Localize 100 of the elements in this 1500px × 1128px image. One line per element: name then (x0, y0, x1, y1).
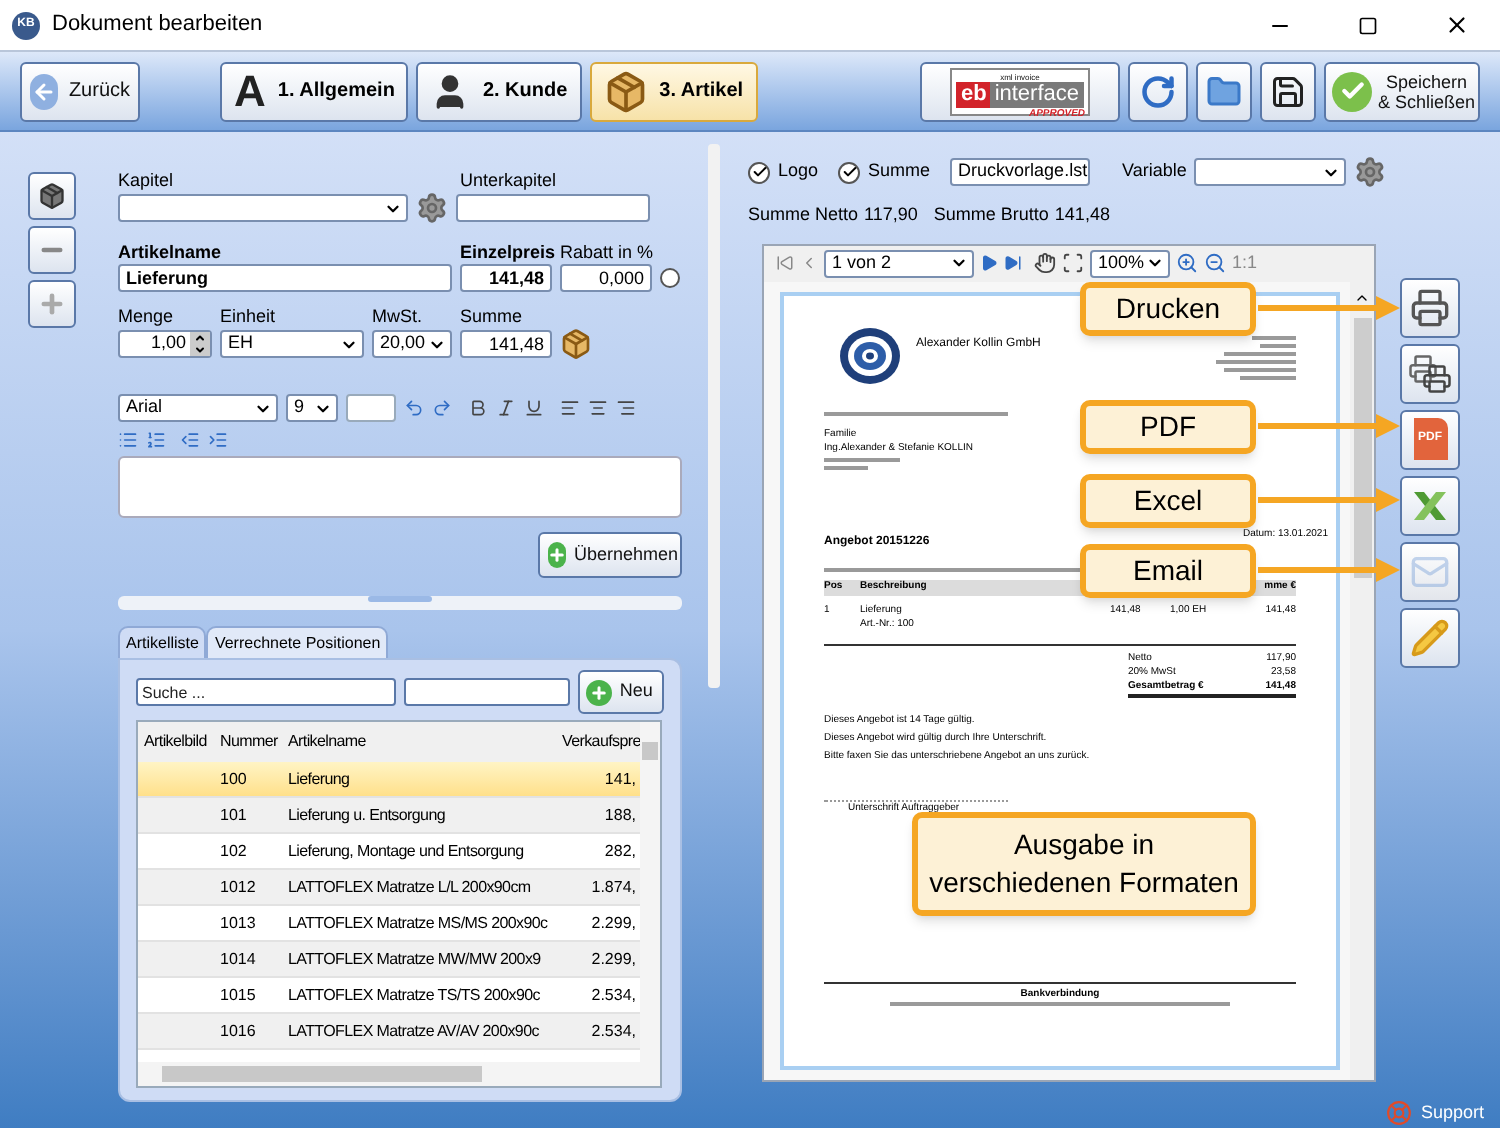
table-cell-text: Lieferung u. Entsorgung (286, 803, 447, 827)
folder-button[interactable] (1196, 61, 1252, 121)
menge-spinner[interactable]: 1,00 (118, 330, 212, 358)
vertical-scrollbar[interactable] (640, 722, 660, 1062)
table-cell-text: 2.534, (589, 983, 638, 1007)
page-select[interactable]: 1 von 2 (824, 249, 974, 277)
align-right-icon[interactable] (616, 398, 636, 418)
indent-icon[interactable] (208, 429, 228, 449)
envelope-icon (1410, 551, 1450, 591)
column-header[interactable]: Artikelbild (138, 730, 214, 754)
font-select[interactable]: Arial (118, 394, 278, 422)
filter-field[interactable] (403, 678, 570, 706)
zoom-select[interactable]: 100% (1090, 249, 1170, 277)
horizontal-scrollbar[interactable] (138, 1062, 660, 1086)
table-cell-text: 1013 (218, 911, 258, 935)
redo-icon[interactable] (432, 398, 452, 418)
underline-icon[interactable] (524, 398, 544, 418)
list-tab[interactable]: Verrechnete Positionen (206, 626, 389, 658)
first-page-icon[interactable] (776, 254, 794, 272)
bold-icon[interactable] (468, 398, 488, 418)
table-row[interactable]: 100 Lieferung 141, (138, 762, 640, 798)
printers-icon (1408, 353, 1452, 393)
field-label: Einzelpreis (460, 242, 552, 264)
outdent-icon[interactable] (180, 429, 200, 449)
back-button[interactable]: Zurück (20, 61, 140, 121)
kapitel-select[interactable] (118, 194, 408, 222)
splitter-handle[interactable] (118, 596, 682, 610)
panel-scrollbar[interactable] (708, 144, 720, 688)
color-field[interactable] (346, 394, 396, 422)
logo-interface: interface (990, 81, 1084, 107)
align-center-icon[interactable] (588, 398, 608, 418)
artikelname-field[interactable]: Lieferung (118, 264, 452, 292)
plus-icon (585, 679, 612, 705)
zoom-in-icon[interactable] (1176, 252, 1198, 274)
zoom-out-icon[interactable] (1204, 252, 1226, 274)
logo-eb: eb (956, 81, 991, 107)
table-cell-text: 1015 (218, 983, 258, 1007)
list-tab[interactable]: Artikelliste (118, 626, 207, 658)
rabatt-field[interactable]: 0,000 (560, 264, 652, 292)
support-link[interactable]: Support (1420, 1099, 1484, 1126)
add-button[interactable] (28, 280, 76, 328)
output-button[interactable] (1400, 343, 1460, 403)
table-cell-text: LATTOFLEX Matratze TS/TS 200x90c (286, 983, 543, 1007)
box-button[interactable] (28, 172, 76, 220)
new-button[interactable]: Neu (577, 670, 664, 714)
scrollbar-thumb[interactable] (1353, 317, 1371, 577)
save-button[interactable] (1260, 61, 1316, 121)
table-cell-text: Lieferung, Montage und Entsorgung (286, 839, 526, 863)
previous-page-icon[interactable] (800, 254, 818, 272)
table-row[interactable]: 1012 LATTOFLEX Matratze L/L 200x90cm 1.874, (138, 870, 640, 906)
undo-icon[interactable] (404, 398, 424, 418)
save-close-button[interactable]: Speichern & Schließen (1324, 61, 1480, 121)
output-button[interactable] (1400, 277, 1460, 337)
output-button[interactable] (1400, 607, 1460, 667)
unterkapitel-field[interactable] (456, 194, 650, 222)
hand-icon[interactable] (1034, 252, 1056, 274)
refresh-icon (1140, 73, 1176, 109)
refresh-button[interactable] (1128, 61, 1188, 121)
maximize-icon (1358, 15, 1378, 35)
align-left-icon[interactable] (560, 398, 580, 418)
description-editor[interactable] (118, 456, 682, 518)
einzelpreis-field[interactable]: 141,48 (460, 264, 552, 292)
step-tab[interactable]: A 1. Allgemein (220, 61, 409, 121)
settings-icon[interactable] (416, 192, 448, 224)
table-row[interactable]: 1016 LATTOFLEX Matratze AV/AV 200x90c 2.534, (138, 1014, 640, 1050)
apply-button[interactable]: Übernehmen (538, 532, 682, 578)
column-header[interactable]: Artikelname (282, 730, 556, 754)
radio-button[interactable] (660, 268, 680, 288)
remove-button[interactable] (28, 226, 76, 274)
step-tab[interactable]: 2. Kunde (416, 61, 582, 121)
summe-field[interactable]: 141,48 (460, 330, 552, 358)
italic-icon[interactable] (496, 398, 516, 418)
vertical-scrollbar[interactable] (1350, 281, 1374, 1079)
folder-icon (1206, 73, 1242, 109)
next-page-icon[interactable] (980, 254, 998, 272)
template-select[interactable]: Druckvorlage.lst (950, 158, 1091, 186)
table-cell-text: 2.299, (589, 947, 638, 971)
table-row[interactable]: 1014 LATTOFLEX Matratze MW/MW 200x9 2.299, (138, 942, 640, 978)
table-row[interactable]: 101 Lieferung u. Entsorgung 188, (138, 798, 640, 834)
variable-select[interactable] (1194, 158, 1347, 186)
total-label: Summe Brutto (933, 202, 1049, 228)
zoom-box-icon[interactable] (1062, 252, 1084, 274)
settings-icon[interactable] (1354, 156, 1387, 188)
last-page-icon[interactable] (1004, 254, 1022, 272)
einheit-select[interactable]: EH (220, 330, 364, 358)
step-tab[interactable]: 3. Artikel (589, 61, 758, 121)
font-size-select[interactable]: 9 (286, 394, 338, 422)
search-field[interactable]: Suche ... (136, 678, 396, 706)
checkbox[interactable] (838, 161, 861, 183)
step-letter: A (234, 69, 266, 113)
dropdown-caret-icon (1146, 254, 1164, 272)
mwst-select[interactable]: 20,00 (372, 330, 452, 358)
output-button[interactable] (1400, 475, 1460, 535)
table-cell-text: 101 (218, 803, 249, 827)
column-header[interactable]: Verkaufspre (556, 730, 640, 754)
checkbox[interactable] (748, 161, 770, 183)
column-header[interactable]: Nummer (214, 730, 282, 754)
numbered-list-icon[interactable] (146, 429, 166, 449)
bullet-list-icon[interactable] (118, 429, 138, 449)
save-close-label: & Schließen (1378, 91, 1476, 111)
